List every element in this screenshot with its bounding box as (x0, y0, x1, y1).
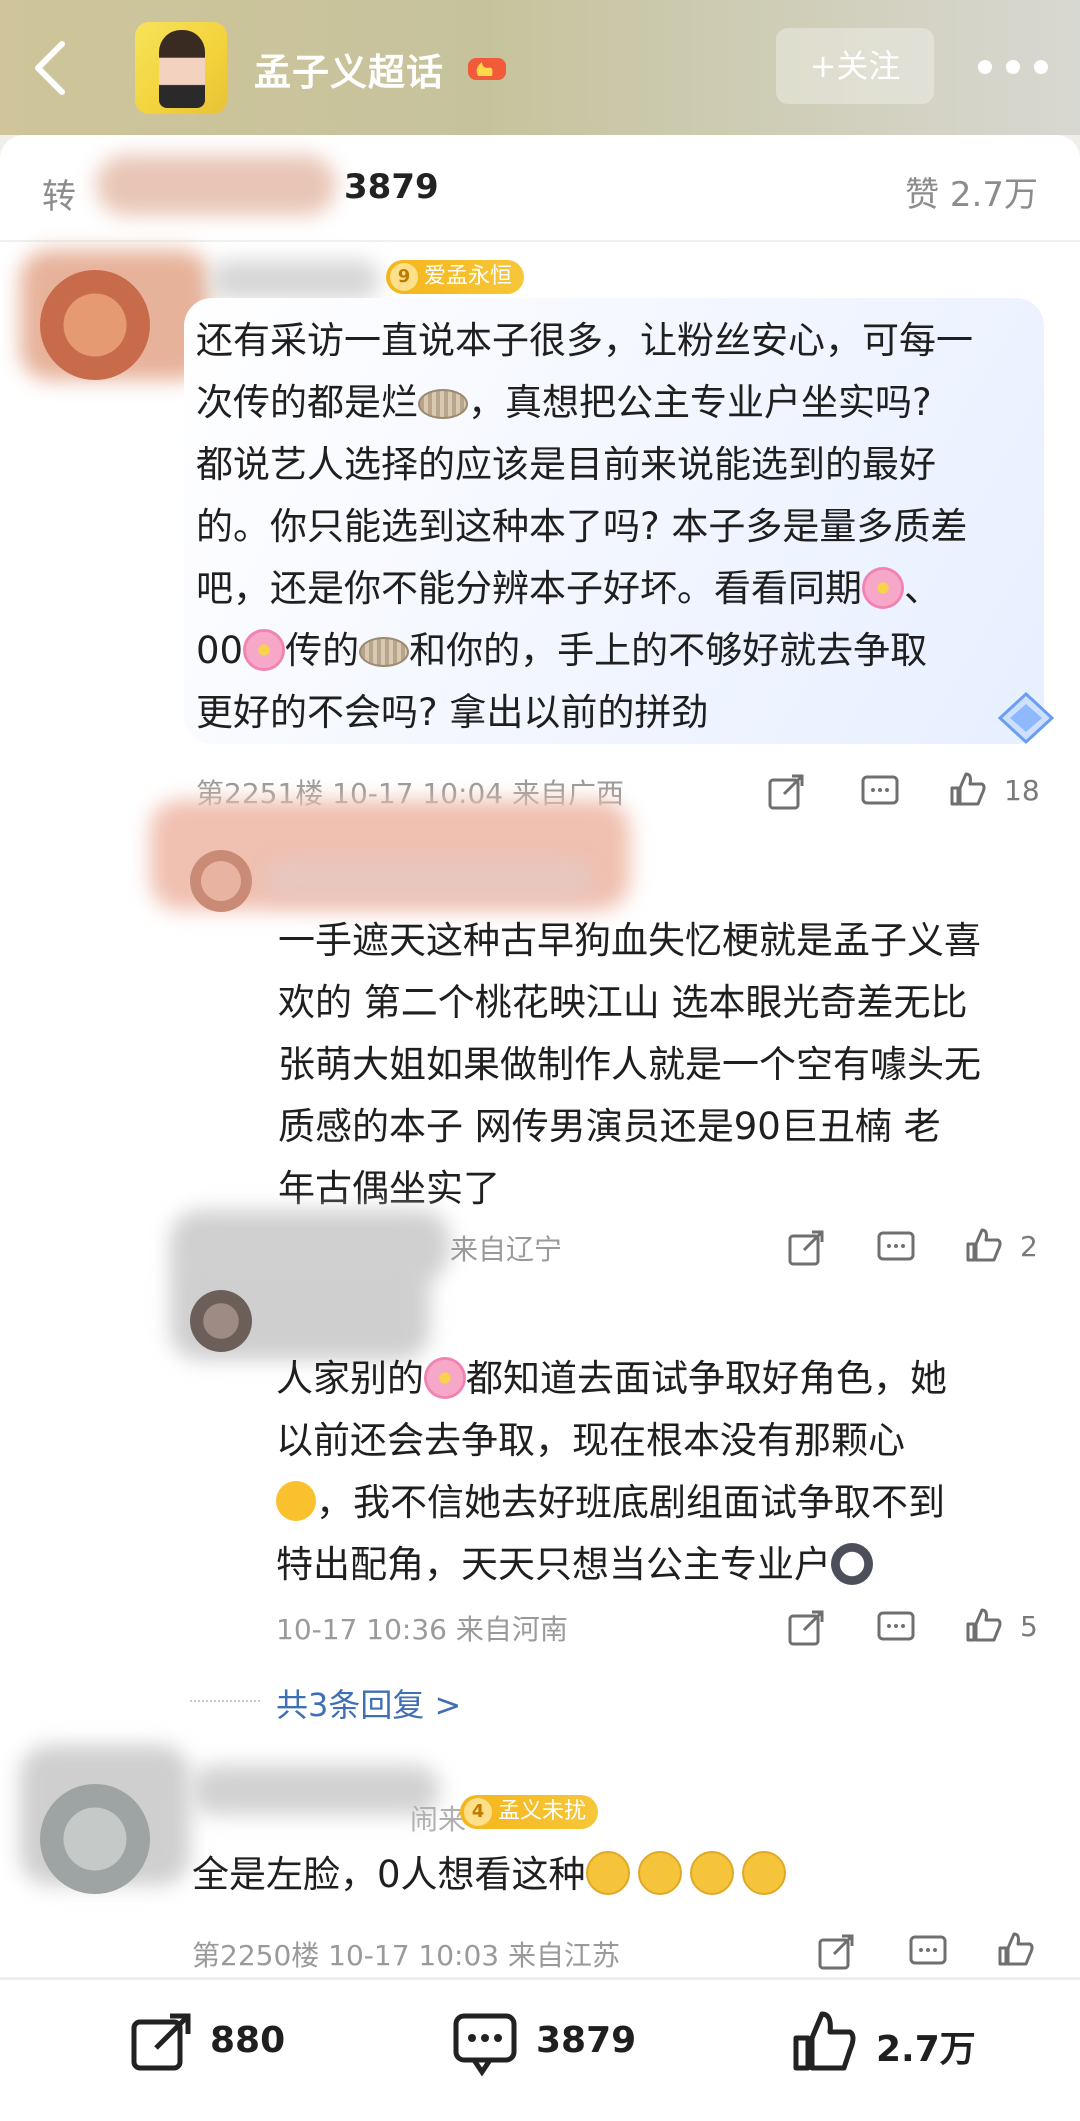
like-count: 5 (1020, 1610, 1038, 1643)
share-icon[interactable] (786, 1608, 826, 1648)
divider (0, 240, 1080, 242)
follow-button[interactable]: +关注 (776, 28, 934, 104)
bread-emoji-icon (359, 637, 410, 667)
like-tab[interactable]: 赞 2.7万 (905, 167, 1038, 216)
forward-tab[interactable]: 转 (42, 169, 76, 218)
like-icon[interactable] (790, 2008, 860, 2078)
fan-badge: 4 孟义未扰 (460, 1795, 599, 1829)
laugh-emoji-icon (276, 1481, 316, 1521)
like-icon[interactable] (948, 770, 988, 810)
meh-emoji-icon (689, 1851, 734, 1895)
flower-emoji-icon (424, 1357, 466, 1399)
comment-icon[interactable] (908, 1932, 948, 1972)
like-count: 2 (1020, 1230, 1038, 1263)
forward-count: 880 (210, 2020, 286, 2061)
comment-text: 还有采访一直说本子很多，让粉丝安心，可每一 次传的都是烂 ，真想把公主专业户坐实吗… (196, 319, 973, 734)
bread-emoji-icon (418, 389, 468, 419)
like-icon[interactable] (996, 1930, 1036, 1970)
comment-tab[interactable]: 3879 (344, 167, 439, 207)
avatar[interactable] (40, 270, 150, 380)
back-button[interactable] (28, 38, 72, 98)
supertopic-avatar[interactable] (135, 22, 227, 114)
bottom-action-bar: 880 3879 2.7万 (0, 1978, 1080, 2121)
flower-emoji-icon (862, 567, 904, 609)
flower-emoji-icon (243, 629, 286, 671)
like-count: 18 (1004, 774, 1040, 807)
comment-text: 全是左脸，0人想看这种 (192, 1844, 1052, 1906)
comment-icon[interactable] (876, 1228, 916, 1268)
meh-emoji-icon (741, 1851, 786, 1895)
more-replies-link[interactable]: 共3条回复 > (276, 1680, 461, 1726)
fire-badge-icon (468, 58, 506, 80)
top-bar: 孟子义超话 +关注 (0, 0, 1080, 135)
avatar[interactable] (40, 1784, 150, 1894)
comment-icon[interactable] (876, 1608, 916, 1648)
stats-row: 转 3879 赞 2.7万 (0, 135, 1080, 245)
share-icon[interactable] (786, 1228, 826, 1268)
back-icon (35, 41, 65, 95)
meh-emoji-icon (637, 1851, 682, 1895)
avatar[interactable] (190, 850, 252, 912)
share-icon[interactable] (766, 772, 806, 812)
divider (190, 1700, 260, 1702)
husky-emoji-icon (831, 1543, 873, 1585)
fan-badge: 9 爱孟永恒 (386, 260, 525, 294)
comment-icon[interactable] (450, 2008, 520, 2078)
reply-text: 人家别的 都知道去面试争取好角色，她 以前还会去争取，现在根本没有那颗心 ，我不信… (276, 1357, 947, 1586)
comment-count: 3879 (536, 2020, 637, 2061)
like-icon[interactable] (964, 1226, 1004, 1266)
share-icon[interactable] (816, 1932, 856, 1972)
comment-icon[interactable] (860, 772, 900, 812)
like-count: 2.7万 (876, 2029, 976, 2070)
more-icon[interactable] (978, 52, 1048, 82)
like-icon[interactable] (964, 1606, 1004, 1646)
reply-meta: 10-17 10:36 来自河南 (276, 1613, 568, 1646)
reply-text: 一手遮天这种古早狗血失忆梗就是孟子义喜 欢的 第二个桃花映江山 选本眼光奇差无比… (278, 919, 981, 1210)
page-title: 孟子义超话 (254, 51, 444, 94)
reply-meta: 来自辽宁 (450, 1233, 563, 1266)
meh-emoji-icon (585, 1851, 630, 1895)
username[interactable]: 闹来 (410, 1798, 466, 1838)
avatar[interactable] (190, 1290, 252, 1352)
comment-meta: 第2250楼 10-17 10:03 来自江苏 (192, 1939, 621, 1972)
share-icon[interactable] (126, 2008, 196, 2078)
